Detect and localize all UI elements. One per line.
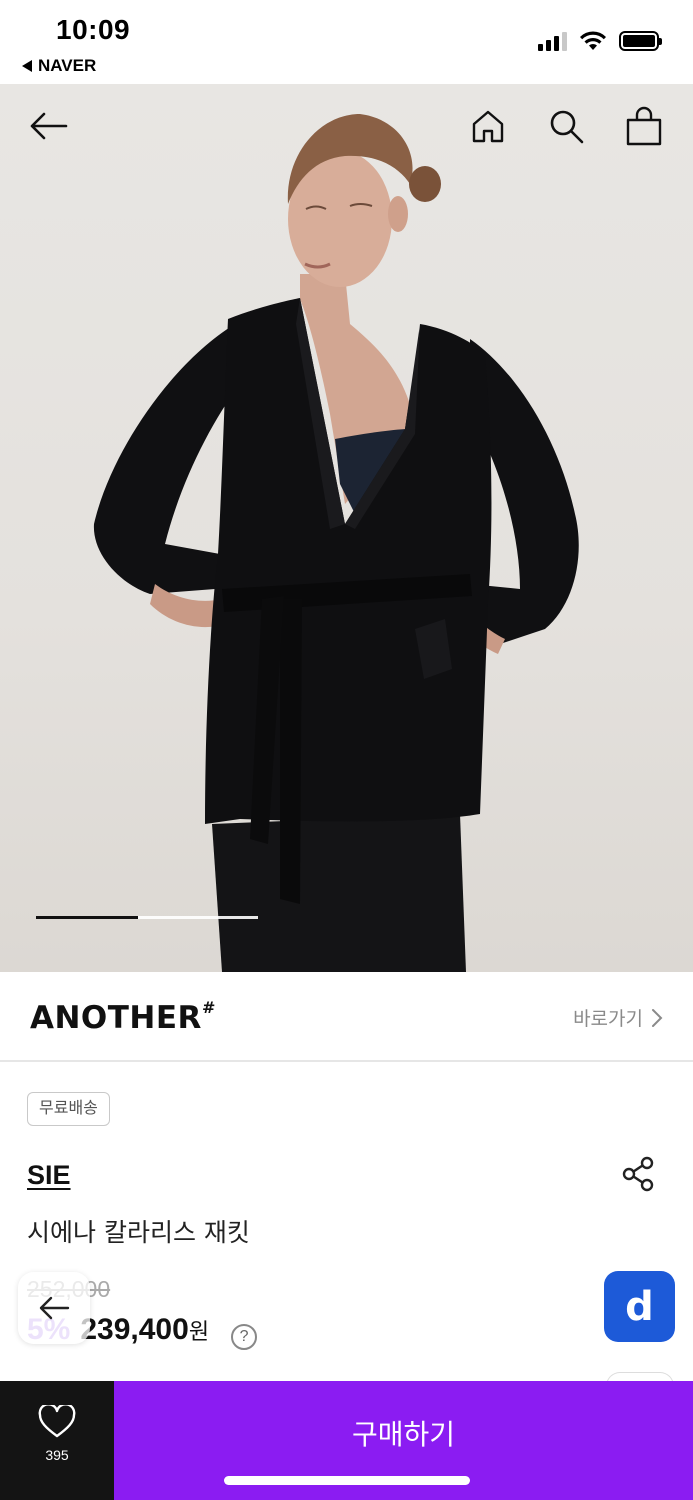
arrow-left-icon bbox=[30, 112, 68, 140]
shopping-bag-icon bbox=[626, 106, 662, 146]
status-bar: 10:09 NAVER bbox=[0, 0, 693, 84]
cart-button[interactable] bbox=[620, 102, 668, 150]
home-indicator bbox=[224, 1476, 470, 1485]
arrow-left-icon bbox=[39, 1296, 70, 1320]
carousel-indicator bbox=[36, 916, 258, 919]
status-time: 10:09 bbox=[56, 14, 131, 45]
status-icons bbox=[538, 30, 662, 52]
product-top-nav bbox=[0, 84, 693, 168]
search-icon bbox=[550, 110, 584, 144]
home-icon bbox=[472, 110, 504, 143]
cellular-signal-icon bbox=[538, 31, 567, 51]
heart-icon bbox=[38, 1405, 76, 1438]
floating-back-button[interactable] bbox=[18, 1272, 90, 1344]
product-photo bbox=[93, 114, 579, 972]
product-title: 시에나 칼라리스 재킷 bbox=[27, 1218, 250, 1247]
app-shortcut-button[interactable]: d bbox=[604, 1271, 675, 1342]
battery-icon bbox=[619, 31, 662, 51]
like-button[interactable]: 395 bbox=[0, 1381, 114, 1500]
brand-logo[interactable]: ANOTHER# bbox=[30, 998, 216, 1036]
search-button[interactable] bbox=[542, 102, 590, 150]
product-image-carousel[interactable] bbox=[0, 84, 693, 972]
back-to-app-link[interactable]: NAVER bbox=[22, 56, 96, 76]
share-icon bbox=[622, 1156, 654, 1192]
share-button[interactable] bbox=[618, 1154, 658, 1194]
wifi-icon bbox=[580, 31, 606, 50]
brand-row: ANOTHER# 바로가기 bbox=[0, 972, 693, 1062]
brand-shortcut-label: 바로가기 bbox=[573, 1009, 643, 1030]
free-shipping-badge: 무료배송 bbox=[27, 1092, 110, 1126]
back-button[interactable] bbox=[24, 102, 72, 150]
carousel-indicator-active bbox=[36, 916, 139, 919]
chevron-right-icon bbox=[652, 1008, 663, 1027]
sale-price: 239,400원 bbox=[80, 1313, 210, 1346]
home-button[interactable] bbox=[464, 102, 512, 150]
back-app-label: NAVER bbox=[38, 56, 97, 75]
back-triangle-icon bbox=[22, 60, 32, 72]
price-help-icon[interactable]: ? bbox=[231, 1324, 258, 1350]
like-count: 395 bbox=[45, 1447, 69, 1463]
product-brand-link[interactable]: SIE bbox=[27, 1160, 71, 1191]
brand-shortcut-link[interactable]: 바로가기 bbox=[573, 1004, 663, 1031]
